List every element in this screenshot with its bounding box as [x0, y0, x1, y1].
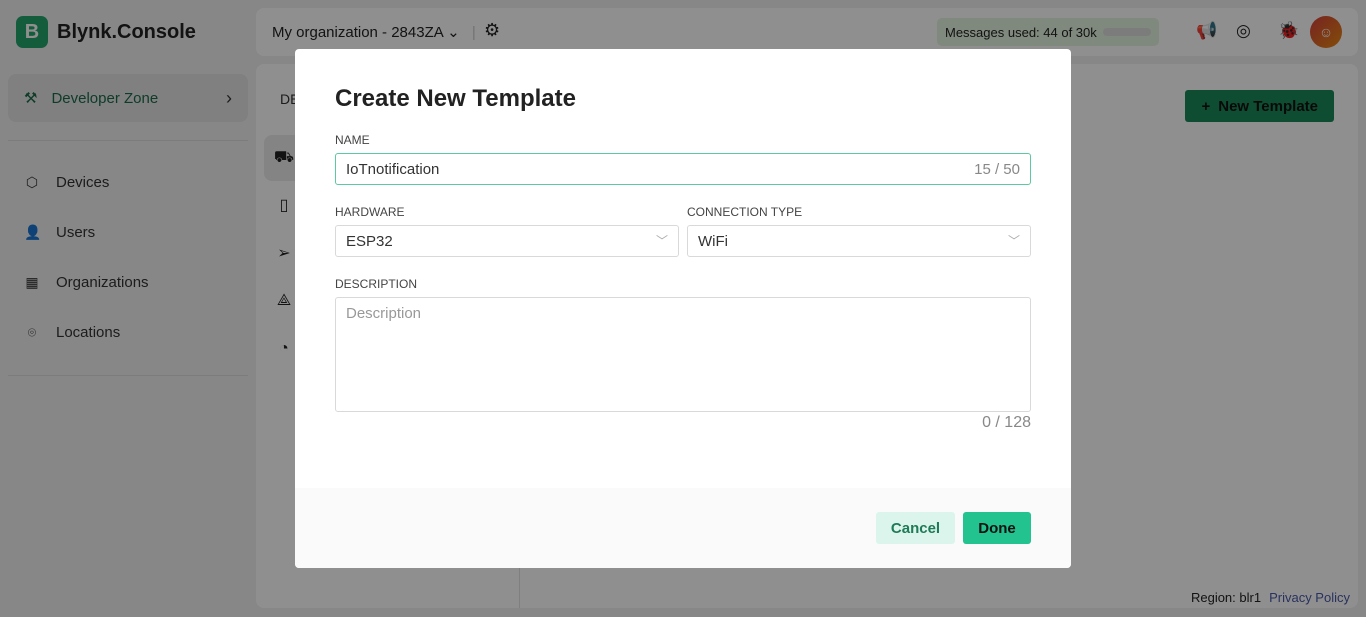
description-label: DESCRIPTION	[335, 277, 418, 291]
description-textarea[interactable]: Description	[335, 297, 1031, 412]
done-button[interactable]: Done	[963, 512, 1031, 544]
hardware-select[interactable]: ESP32 ﹀	[335, 225, 679, 257]
cancel-button[interactable]: Cancel	[876, 512, 955, 544]
name-value: IoTnotification	[346, 161, 440, 178]
connection-type-select[interactable]: WiFi ﹀	[687, 225, 1031, 257]
name-char-count: 15 / 50	[974, 161, 1020, 178]
dialog-footer: Cancel Done	[295, 488, 1071, 568]
name-input[interactable]: IoTnotification 15 / 50	[335, 153, 1031, 185]
hardware-label: HARDWARE	[335, 205, 405, 219]
chevron-down-icon: ﹀	[1007, 234, 1020, 248]
connection-type-label: CONNECTION TYPE	[687, 205, 803, 219]
name-label: NAME	[335, 133, 370, 147]
chevron-down-icon: ﹀	[655, 234, 668, 248]
connection-type-value: WiFi	[698, 233, 728, 250]
description-char-count: 0 / 128	[982, 414, 1031, 431]
create-template-dialog: Create New Template NAME IoTnotification…	[295, 49, 1071, 568]
dialog-title: Create New Template	[335, 85, 576, 112]
description-placeholder: Description	[346, 305, 422, 322]
hardware-value: ESP32	[346, 233, 393, 250]
